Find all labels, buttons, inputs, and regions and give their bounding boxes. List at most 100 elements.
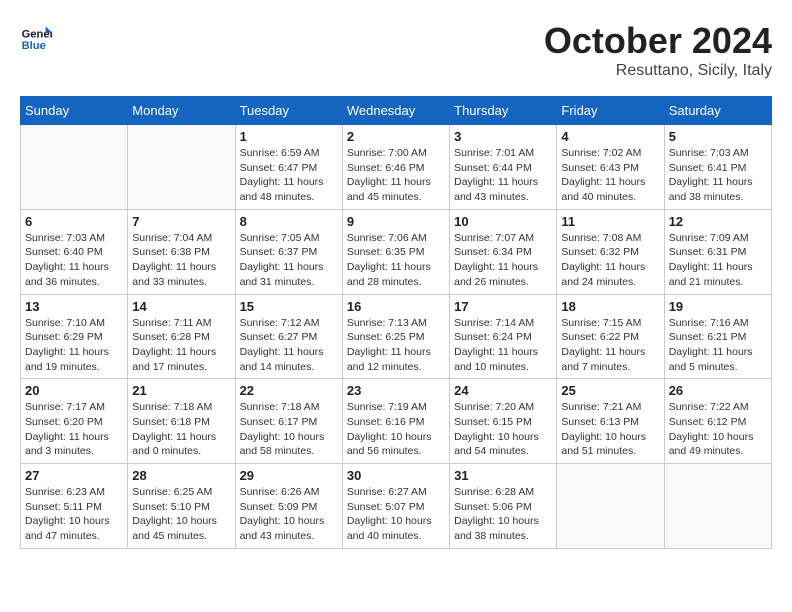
- calendar-week-row: 27 Sunrise: 6:23 AMSunset: 5:11 PMDayligh…: [21, 464, 772, 549]
- weekday-header: Sunday: [21, 97, 128, 125]
- day-info: Sunrise: 7:21 AMSunset: 6:13 PMDaylight:…: [561, 400, 659, 459]
- calendar-cell: 15 Sunrise: 7:12 AMSunset: 6:27 PMDayligh…: [235, 294, 342, 379]
- day-number: 31: [454, 468, 552, 483]
- calendar-cell: 17 Sunrise: 7:14 AMSunset: 6:24 PMDayligh…: [450, 294, 557, 379]
- day-number: 15: [240, 299, 338, 314]
- location-subtitle: Resuttano, Sicily, Italy: [544, 62, 772, 80]
- day-info: Sunrise: 6:23 AMSunset: 5:11 PMDaylight:…: [25, 485, 123, 544]
- calendar-cell: 6 Sunrise: 7:03 AMSunset: 6:40 PMDaylight…: [21, 209, 128, 294]
- day-info: Sunrise: 7:19 AMSunset: 6:16 PMDaylight:…: [347, 400, 445, 459]
- day-number: 17: [454, 299, 552, 314]
- day-info: Sunrise: 7:16 AMSunset: 6:21 PMDaylight:…: [669, 316, 767, 375]
- calendar-cell: 13 Sunrise: 7:10 AMSunset: 6:29 PMDayligh…: [21, 294, 128, 379]
- calendar-cell: 18 Sunrise: 7:15 AMSunset: 6:22 PMDayligh…: [557, 294, 664, 379]
- day-number: 21: [132, 383, 230, 398]
- day-info: Sunrise: 7:12 AMSunset: 6:27 PMDaylight:…: [240, 316, 338, 375]
- weekday-header: Thursday: [450, 97, 557, 125]
- weekday-header: Tuesday: [235, 97, 342, 125]
- day-number: 1: [240, 129, 338, 144]
- day-number: 27: [25, 468, 123, 483]
- calendar-cell: 10Sunrise: 7:07 AMSunset: 6:34 PMDayligh…: [450, 209, 557, 294]
- calendar-cell: [21, 125, 128, 210]
- calendar-cell: 20Sunrise: 7:17 AMSunset: 6:20 PMDayligh…: [21, 379, 128, 464]
- day-info: Sunrise: 7:08 AMSunset: 6:32 PMDaylight:…: [561, 231, 659, 290]
- weekday-header: Wednesday: [342, 97, 449, 125]
- calendar-cell: 2Sunrise: 7:00 AMSunset: 6:46 PMDaylight…: [342, 125, 449, 210]
- day-info: Sunrise: 7:03 AMSunset: 6:41 PMDaylight:…: [669, 146, 767, 205]
- calendar-week-row: 13 Sunrise: 7:10 AMSunset: 6:29 PMDayligh…: [21, 294, 772, 379]
- day-number: 5: [669, 129, 767, 144]
- calendar-cell: 14Sunrise: 7:11 AMSunset: 6:28 PMDayligh…: [128, 294, 235, 379]
- day-info: Sunrise: 6:26 AMSunset: 5:09 PMDaylight:…: [240, 485, 338, 544]
- day-info: Sunrise: 7:09 AMSunset: 6:31 PMDaylight:…: [669, 231, 767, 290]
- calendar-cell: 28 Sunrise: 6:25 AMSunset: 5:10 PMDayligh…: [128, 464, 235, 549]
- calendar-cell: 16 Sunrise: 7:13 AMSunset: 6:25 PMDayligh…: [342, 294, 449, 379]
- day-info: Sunrise: 7:10 AMSunset: 6:29 PMDaylight:…: [25, 316, 123, 375]
- day-number: 23: [347, 383, 445, 398]
- day-info: Sunrise: 7:03 AMSunset: 6:40 PMDaylight:…: [25, 231, 123, 290]
- day-number: 3: [454, 129, 552, 144]
- day-number: 13: [25, 299, 123, 314]
- day-number: 4: [561, 129, 659, 144]
- calendar-cell: 25 Sunrise: 7:21 AMSunset: 6:13 PMDayligh…: [557, 379, 664, 464]
- day-number: 29: [240, 468, 338, 483]
- calendar-cell: 19 Sunrise: 7:16 AMSunset: 6:21 PMDayligh…: [664, 294, 771, 379]
- day-info: Sunrise: 7:05 AMSunset: 6:37 PMDaylight:…: [240, 231, 338, 290]
- calendar-cell: 23 Sunrise: 7:19 AMSunset: 6:16 PMDayligh…: [342, 379, 449, 464]
- calendar-cell: 11 Sunrise: 7:08 AMSunset: 6:32 PMDayligh…: [557, 209, 664, 294]
- calendar-table: SundayMondayTuesdayWednesdayThursdayFrid…: [20, 96, 772, 549]
- calendar-cell: 29 Sunrise: 6:26 AMSunset: 5:09 PMDayligh…: [235, 464, 342, 549]
- logo: General Blue: [20, 20, 52, 52]
- calendar-cell: 24 Sunrise: 7:20 AMSunset: 6:15 PMDayligh…: [450, 379, 557, 464]
- calendar-cell: 5 Sunrise: 7:03 AMSunset: 6:41 PMDaylight…: [664, 125, 771, 210]
- day-info: Sunrise: 7:20 AMSunset: 6:15 PMDaylight:…: [454, 400, 552, 459]
- calendar-cell: 30 Sunrise: 6:27 AMSunset: 5:07 PMDayligh…: [342, 464, 449, 549]
- calendar-cell: 21 Sunrise: 7:18 AMSunset: 6:18 PMDayligh…: [128, 379, 235, 464]
- calendar-cell: [128, 125, 235, 210]
- calendar-cell: 12 Sunrise: 7:09 AMSunset: 6:31 PMDayligh…: [664, 209, 771, 294]
- weekday-header: Friday: [557, 97, 664, 125]
- day-number: 9: [347, 214, 445, 229]
- day-info: Sunrise: 7:22 AMSunset: 6:12 PMDaylight:…: [669, 400, 767, 459]
- day-number: 22: [240, 383, 338, 398]
- day-number: 28: [132, 468, 230, 483]
- day-info: Sunrise: 6:59 AMSunset: 6:47 PMDaylight:…: [240, 146, 338, 205]
- day-info: Sunrise: 7:18 AMSunset: 6:18 PMDaylight:…: [132, 400, 230, 459]
- day-info: Sunrise: 7:04 AMSunset: 6:38 PMDaylight:…: [132, 231, 230, 290]
- day-info: Sunrise: 6:27 AMSunset: 5:07 PMDaylight:…: [347, 485, 445, 544]
- calendar-cell: 1 Sunrise: 6:59 AMSunset: 6:47 PMDaylight…: [235, 125, 342, 210]
- day-number: 16: [347, 299, 445, 314]
- day-number: 6: [25, 214, 123, 229]
- calendar-week-row: 6 Sunrise: 7:03 AMSunset: 6:40 PMDaylight…: [21, 209, 772, 294]
- day-number: 24: [454, 383, 552, 398]
- calendar-cell: 26Sunrise: 7:22 AMSunset: 6:12 PMDayligh…: [664, 379, 771, 464]
- day-info: Sunrise: 7:17 AMSunset: 6:20 PMDaylight:…: [25, 400, 123, 459]
- page-header: General Blue October 2024 Resuttano, Sic…: [20, 20, 772, 80]
- day-number: 7: [132, 214, 230, 229]
- day-info: Sunrise: 7:15 AMSunset: 6:22 PMDaylight:…: [561, 316, 659, 375]
- day-info: Sunrise: 6:25 AMSunset: 5:10 PMDaylight:…: [132, 485, 230, 544]
- day-number: 19: [669, 299, 767, 314]
- day-number: 2: [347, 129, 445, 144]
- day-info: Sunrise: 7:02 AMSunset: 6:43 PMDaylight:…: [561, 146, 659, 205]
- day-info: Sunrise: 6:28 AMSunset: 5:06 PMDaylight:…: [454, 485, 552, 544]
- calendar-week-row: 20Sunrise: 7:17 AMSunset: 6:20 PMDayligh…: [21, 379, 772, 464]
- calendar-cell: 7 Sunrise: 7:04 AMSunset: 6:38 PMDaylight…: [128, 209, 235, 294]
- calendar-cell: 9Sunrise: 7:06 AMSunset: 6:35 PMDaylight…: [342, 209, 449, 294]
- day-number: 11: [561, 214, 659, 229]
- day-info: Sunrise: 7:13 AMSunset: 6:25 PMDaylight:…: [347, 316, 445, 375]
- calendar-cell: 8Sunrise: 7:05 AMSunset: 6:37 PMDaylight…: [235, 209, 342, 294]
- weekday-header: Saturday: [664, 97, 771, 125]
- day-number: 12: [669, 214, 767, 229]
- day-info: Sunrise: 7:14 AMSunset: 6:24 PMDaylight:…: [454, 316, 552, 375]
- calendar-cell: 3 Sunrise: 7:01 AMSunset: 6:44 PMDaylight…: [450, 125, 557, 210]
- day-info: Sunrise: 7:01 AMSunset: 6:44 PMDaylight:…: [454, 146, 552, 205]
- day-number: 30: [347, 468, 445, 483]
- day-number: 18: [561, 299, 659, 314]
- logo-icon: General Blue: [20, 20, 52, 52]
- day-info: Sunrise: 7:11 AMSunset: 6:28 PMDaylight:…: [132, 316, 230, 375]
- calendar-header-row: SundayMondayTuesdayWednesdayThursdayFrid…: [21, 97, 772, 125]
- day-info: Sunrise: 7:18 AMSunset: 6:17 PMDaylight:…: [240, 400, 338, 459]
- day-number: 10: [454, 214, 552, 229]
- day-number: 25: [561, 383, 659, 398]
